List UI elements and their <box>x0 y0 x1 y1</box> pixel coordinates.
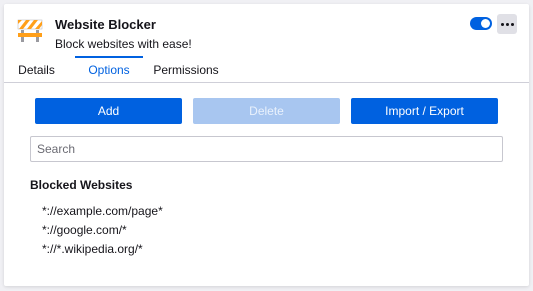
addon-options-card: Website Blocker Block websites with ease… <box>4 4 529 286</box>
search-input[interactable] <box>30 136 503 162</box>
tab-options[interactable]: Options <box>75 56 143 82</box>
roadblock-icon <box>17 19 43 42</box>
enable-toggle[interactable] <box>470 17 492 30</box>
addon-name: Website Blocker <box>55 17 156 32</box>
blocked-site-item[interactable]: *://*.wikipedia.org/* <box>42 240 163 259</box>
delete-button[interactable]: Delete <box>193 98 340 124</box>
more-options-button[interactable] <box>497 14 517 34</box>
ellipsis-icon-dot <box>510 22 514 26</box>
add-button[interactable]: Add <box>35 98 182 124</box>
toggle-knob <box>481 19 490 28</box>
addon-header: Website Blocker Block websites with ease… <box>4 4 529 58</box>
tab-bar: Details Options Permissions <box>4 56 529 83</box>
import-export-button[interactable]: Import / Export <box>351 98 498 124</box>
tab-details[interactable]: Details <box>4 58 69 82</box>
blocked-websites-list: *://example.com/page* *://google.com/* *… <box>42 202 163 259</box>
blocked-site-item[interactable]: *://google.com/* <box>42 221 163 240</box>
blocked-websites-heading: Blocked Websites <box>30 178 133 192</box>
addon-description: Block websites with ease! <box>55 37 192 51</box>
tab-permissions[interactable]: Permissions <box>148 58 224 82</box>
ellipsis-icon-dot <box>500 22 504 26</box>
blocked-site-item[interactable]: *://example.com/page* <box>42 202 163 221</box>
ellipsis-icon-dot <box>505 22 509 26</box>
